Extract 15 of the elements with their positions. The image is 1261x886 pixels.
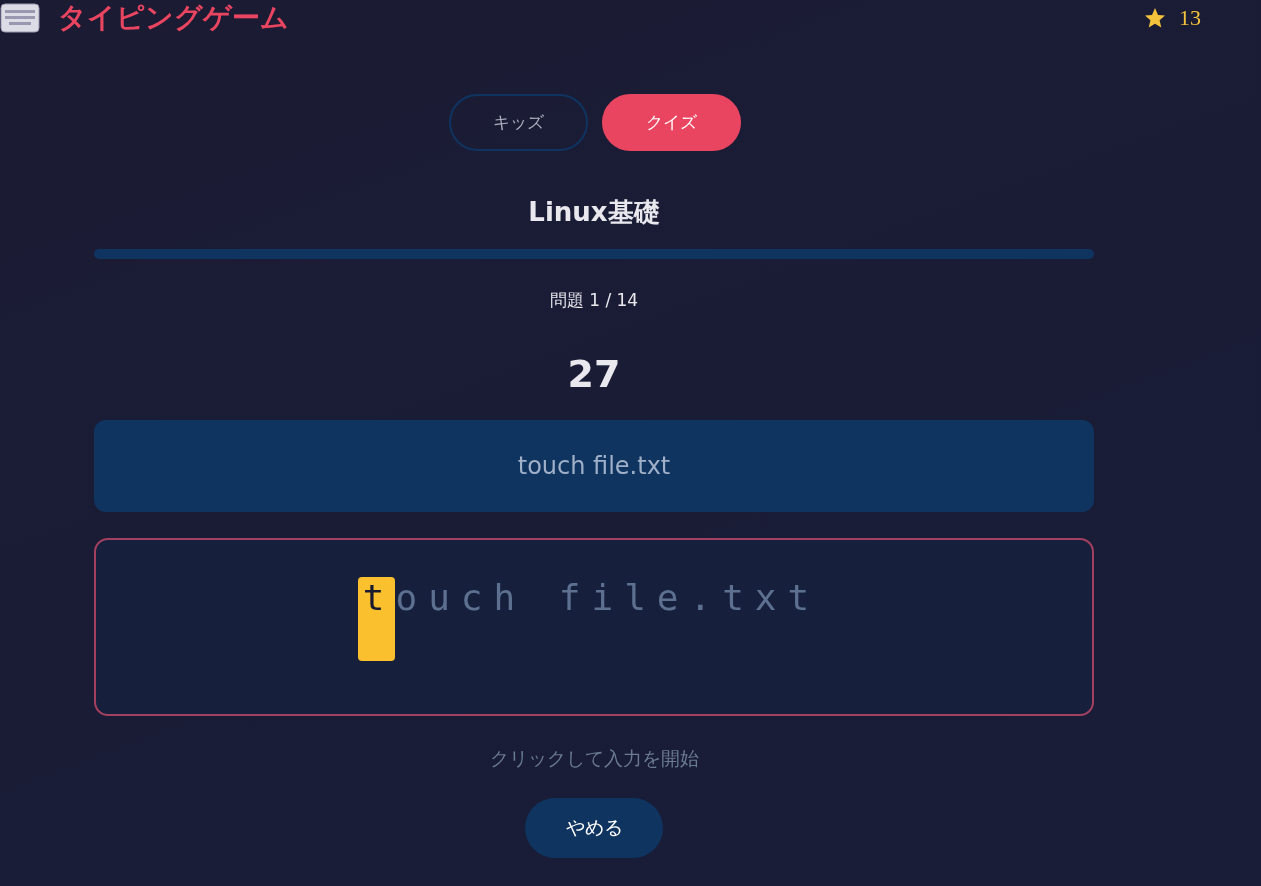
timer: 27 (567, 352, 621, 396)
quit-button[interactable]: やめる (525, 798, 663, 858)
start-hint: クリックして入力を開始 (489, 746, 699, 771)
mode-tab[interactable]: キッズ (448, 94, 588, 151)
remaining-text: ouch file.txt (395, 577, 821, 618)
star-icon (1143, 6, 1167, 30)
star-count: 13 (1179, 5, 1201, 31)
question-counter: 問題 1 / 14 (549, 289, 639, 312)
app-title: タイピングゲーム (58, 0, 289, 36)
current-char: t (357, 577, 396, 661)
typing-area[interactable]: t ouch file.txt (94, 538, 1094, 716)
mode-tab[interactable]: クイズ (601, 94, 741, 151)
quiz-title: Linux基礎 (528, 196, 660, 229)
prompt-text: touch file.txt (517, 452, 671, 480)
keyboard-icon (0, 3, 40, 33)
